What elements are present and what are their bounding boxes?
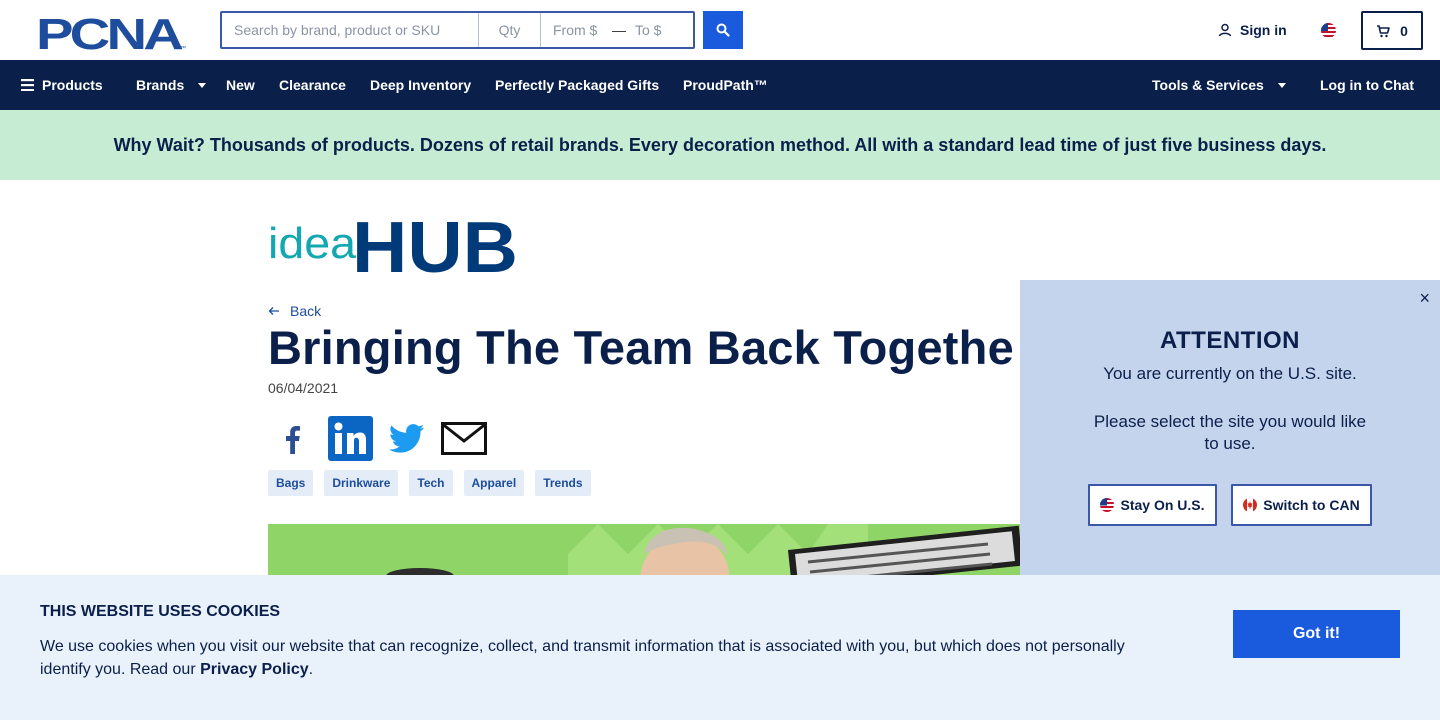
tag-trends[interactable]: Trends [535, 470, 591, 496]
got-it-button[interactable]: Got it! [1233, 610, 1400, 658]
nav-perfectly-packaged-gifts[interactable]: Perfectly Packaged Gifts [495, 60, 659, 110]
tag-apparel[interactable]: Apparel [463, 470, 525, 496]
ideahub-logo[interactable]: idea HUB [268, 214, 520, 274]
promo-banner: Why Wait? Thousands of products. Dozens … [0, 110, 1440, 180]
nav-chat-label: Log in to Chat [1320, 77, 1415, 93]
nav-new[interactable]: New [226, 60, 255, 110]
switch-can-label: Switch to CAN [1263, 497, 1360, 513]
search-input[interactable] [222, 13, 479, 47]
search-bar: — [220, 11, 695, 49]
nav-chat-login[interactable]: Log in to Chat [1320, 60, 1414, 110]
nav-gifts-label: Perfectly Packaged Gifts [495, 77, 660, 93]
us-flag-icon[interactable] [1321, 23, 1336, 38]
price-to-input[interactable] [629, 13, 691, 47]
cart-count: 0 [1400, 22, 1408, 39]
price-range-separator: — [612, 22, 626, 38]
cart-icon [1377, 24, 1390, 37]
email-icon[interactable] [441, 422, 487, 455]
sign-in-label: Sign in [1240, 22, 1287, 38]
ideahub-logo-hub: HUB [352, 214, 518, 274]
cookie-text-block: We use cookies when you visit our websit… [40, 635, 1160, 681]
nav-brands-label: Brands [136, 77, 185, 93]
us-flag-icon [1100, 498, 1115, 512]
cart-button[interactable]: 0 [1361, 11, 1423, 50]
article-tags: Bags Drinkware Tech Apparel Trends [268, 470, 591, 496]
svg-text:™: ™ [180, 45, 186, 52]
chevron-down-icon [1277, 82, 1286, 88]
search-button[interactable] [703, 11, 743, 49]
price-from-input[interactable] [541, 13, 609, 47]
modal-select-text: Please select the site you would like to… [1093, 412, 1367, 453]
ideahub-logo-idea: idea [268, 219, 357, 268]
facebook-icon[interactable] [282, 424, 302, 454]
tag-drinkware[interactable]: Drinkware [324, 470, 399, 496]
top-header: PCNA ™ — Sign in 0 [0, 0, 1440, 60]
twitter-icon[interactable] [389, 424, 425, 454]
privacy-policy-link[interactable]: Privacy Policy [200, 661, 309, 678]
nav-clearance-label: Clearance [279, 77, 346, 93]
linkedin-icon[interactable] [328, 416, 373, 461]
article-date: 06/04/2021 [268, 380, 339, 396]
cookie-suffix: . [308, 661, 314, 678]
article-title: Bringing The Team Back Togethe [268, 321, 1014, 374]
modal-title: ATTENTION [1159, 327, 1301, 354]
nav-new-label: New [226, 77, 255, 93]
back-label: Back [290, 303, 322, 319]
cookie-title: THIS WEBSITE USES COOKIES [40, 603, 281, 620]
hamburger-icon [21, 79, 34, 91]
nav-deep-inventory[interactable]: Deep Inventory [370, 60, 471, 110]
nav-clearance[interactable]: Clearance [279, 60, 346, 110]
nav-tools-label: Tools & Services [1152, 77, 1264, 93]
nav-proudpath[interactable]: ProudPath™ [683, 60, 768, 110]
cookie-banner: THIS WEBSITE USES COOKIES We use cookies… [0, 575, 1440, 720]
search-icon [716, 23, 730, 37]
stay-us-button[interactable]: Stay On U.S. [1088, 484, 1217, 526]
nav-proudpath-label: ProudPath™ [683, 77, 768, 93]
stay-us-label: Stay On U.S. [1120, 497, 1205, 513]
site-select-modal: × ATTENTION You are currently on the U.S… [1020, 280, 1440, 580]
chevron-down-icon [198, 82, 207, 88]
qty-input[interactable] [479, 13, 541, 47]
promo-text: Why Wait? Thousands of products. Dozens … [113, 134, 1327, 155]
sign-in-link[interactable]: Sign in [1218, 22, 1287, 38]
nav-deep-inventory-label: Deep Inventory [370, 77, 472, 93]
nav-tools-services[interactable]: Tools & Services [1152, 60, 1286, 110]
arrow-left-icon [268, 307, 279, 315]
close-icon[interactable]: × [1419, 288, 1430, 309]
pcna-logo[interactable]: PCNA ™ [36, 12, 186, 52]
canada-flag-icon [1243, 498, 1258, 512]
switch-can-button[interactable]: Switch to CAN [1231, 484, 1372, 526]
modal-current-site-text: You are currently on the U.S. site. [1103, 364, 1357, 383]
user-icon [1218, 23, 1232, 37]
nav-brands[interactable]: Brands [136, 60, 207, 110]
nav-products-label: Products [42, 77, 103, 93]
tag-tech[interactable]: Tech [409, 470, 453, 496]
pcna-logo-text: PCNA [36, 12, 183, 52]
main-nav: Products Brands New Clearance Deep Inven… [0, 60, 1440, 110]
tag-bags[interactable]: Bags [268, 470, 314, 496]
back-link[interactable]: Back [268, 303, 321, 319]
nav-products[interactable]: Products [21, 60, 103, 110]
